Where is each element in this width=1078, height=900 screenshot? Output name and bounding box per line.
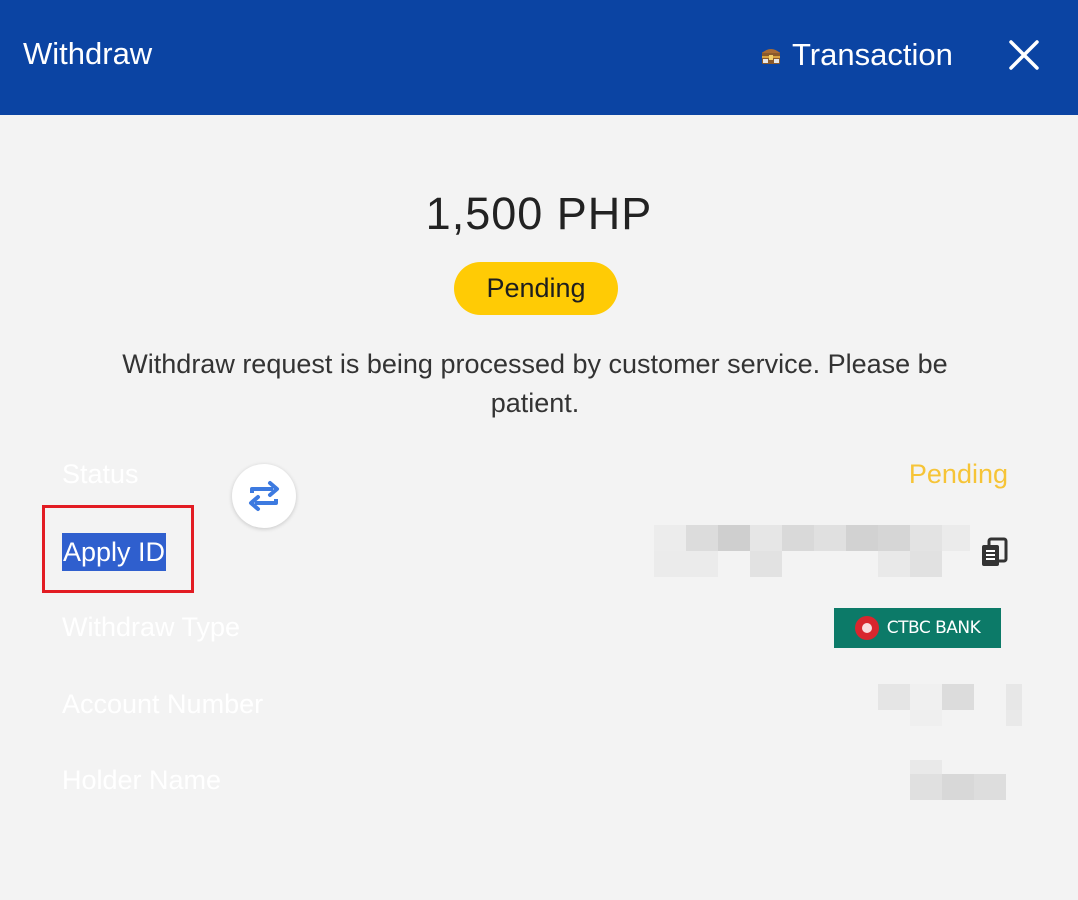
header-bar: Withdraw Transaction [0,0,1078,115]
withdraw-type-label: Withdraw Type [62,612,241,642]
status-label: Status [62,459,139,489]
apply-id-label: Apply ID [62,533,167,571]
swap-icon [249,481,279,511]
treasure-chest-icon [760,44,782,66]
holder-name-label: Holder Name [62,765,222,795]
swap-button[interactable] [232,464,296,528]
close-button[interactable] [1003,34,1045,76]
close-icon [1009,40,1039,70]
account-number-label: Account Number [62,689,264,719]
status-badge: Pending [454,262,618,315]
bank-logo: CTBC BANK [834,608,1001,648]
ctbc-logo-icon [854,616,879,640]
copy-icon [982,537,1008,566]
withdraw-amount: 1,500 PHP [425,188,653,239]
transaction-link[interactable]: Transaction [760,36,953,74]
status-message: Withdraw request is being processed by c… [122,349,948,418]
status-value: Pending [908,459,1008,489]
copy-button[interactable] [979,536,1009,568]
bank-name: CTBC BANK [886,618,981,638]
transaction-label: Transaction [792,37,953,72]
page-title: Withdraw [23,36,153,71]
